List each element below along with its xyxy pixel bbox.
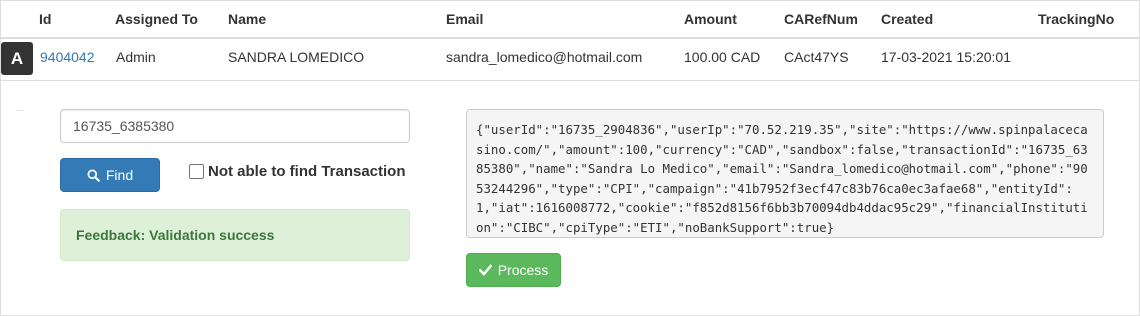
table-row: A 9404042 Admin SANDRA LOMEDICO sandra_l… [0, 39, 1140, 81]
header-amount: Amount [684, 11, 737, 27]
feedback-text: Feedback: Validation success [76, 227, 275, 243]
find-button[interactable]: Find [60, 158, 160, 192]
process-button[interactable]: Process [466, 253, 561, 287]
header-carefnum: CARefNum [784, 11, 858, 27]
not-found-checkbox-label[interactable]: Not able to find Transaction [208, 163, 406, 180]
table-header: Id Assigned To Name Email Amount CARefNu… [0, 0, 1140, 39]
avatar: A [1, 42, 33, 75]
header-trackingno: TrackingNo [1038, 11, 1115, 27]
amount-cell: 100.00 CAD [684, 49, 761, 65]
feedback-alert: Feedback: Validation success [60, 209, 410, 261]
header-id: Id [39, 11, 52, 27]
transaction-id-link[interactable]: 9404042 [40, 49, 95, 65]
find-button-label: Find [105, 167, 134, 183]
divider [16, 110, 24, 111]
not-found-checkbox[interactable] [189, 164, 204, 179]
header-name: Name [228, 11, 267, 27]
header-assigned-to: Assigned To [115, 11, 198, 27]
email-cell: sandra_lomedico@hotmail.com [446, 49, 643, 65]
created-cell: 17-03-2021 15:20:01 [881, 49, 1011, 65]
name-cell: SANDRA LOMEDICO [228, 49, 365, 65]
process-button-label: Process [497, 262, 549, 278]
search-input[interactable] [60, 109, 410, 143]
carefnum-cell: CAct47YS [784, 49, 849, 65]
header-created: Created [881, 11, 934, 27]
json-output: {"userId":"16735_2904836","userIp":"70.5… [466, 109, 1104, 238]
search-icon [87, 168, 100, 182]
check-icon [478, 264, 492, 276]
header-email: Email [446, 11, 484, 27]
assigned-to-cell: Admin [116, 49, 156, 65]
not-found-checkbox-control[interactable]: Not able to find Transaction [189, 163, 406, 180]
